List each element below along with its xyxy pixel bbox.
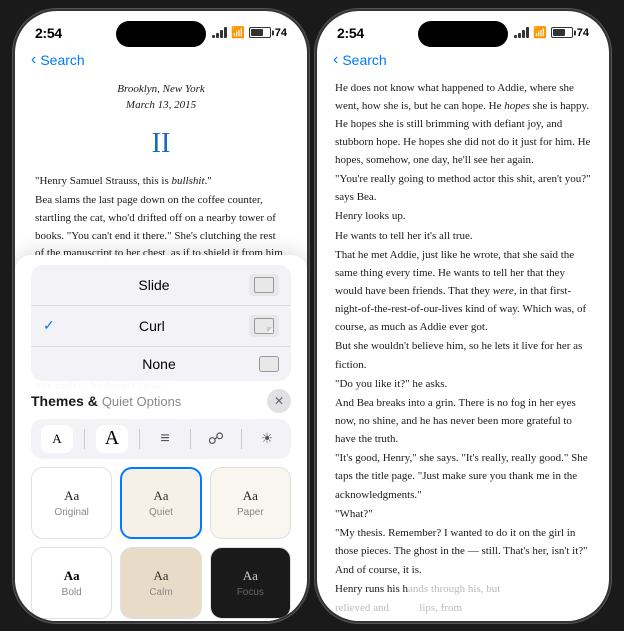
- right-book-text: He does not know what happened to Addie,…: [317, 73, 609, 621]
- theme-calm-text: Aa: [153, 568, 168, 584]
- theme-focus-label: Focus: [237, 587, 264, 598]
- r-para-7: "Do you like it?" he asks.: [335, 375, 591, 393]
- battery-icon-right: [551, 27, 573, 38]
- back-chevron-icon: ‹: [31, 51, 36, 69]
- transition-curl-check: ✓: [43, 317, 55, 334]
- theme-original-text: Aa: [64, 488, 79, 504]
- status-icons-right: 📶 74: [514, 26, 589, 39]
- r-para-14: relieved and lips, from: [335, 599, 591, 617]
- r-para-1: He does not know what happened to Addie,…: [335, 79, 591, 170]
- theme-quiet-text: Aa: [153, 488, 168, 504]
- right-phone: 2:54 📶 74 ‹ Search He does not kno: [317, 11, 609, 621]
- book-content-left: Brooklyn, New York March 13, 2015 II "He…: [15, 73, 307, 621]
- back-label-left: Search: [40, 52, 84, 68]
- divider-3: [190, 429, 191, 449]
- transition-none[interactable]: None: [31, 347, 291, 381]
- theme-original[interactable]: Aa Original: [31, 467, 112, 539]
- divider-4: [241, 429, 242, 449]
- r-para-9: "It's good, Henry," she says. "It's real…: [335, 449, 591, 503]
- theme-quiet[interactable]: Aa Quiet: [120, 467, 201, 539]
- transition-slide[interactable]: Slide: [31, 265, 291, 306]
- r-para-3: Henry looks up.: [335, 207, 591, 225]
- divider-2: [139, 429, 140, 449]
- transition-options: Slide ✓ Curl None: [31, 265, 291, 381]
- battery-level-right: 74: [577, 27, 589, 39]
- transition-none-label: None: [142, 356, 175, 372]
- theme-paper-label: Paper: [237, 507, 264, 518]
- reading-options-panel: Slide ✓ Curl None: [15, 255, 307, 621]
- r-para-13: Henry runs his hands through his, but: [335, 580, 591, 598]
- font-small-button[interactable]: A: [41, 425, 73, 453]
- page-slide-visual: [254, 277, 274, 293]
- chapter-number: II: [35, 122, 287, 165]
- signal-icon-right: [514, 27, 529, 38]
- theme-calm-label: Calm: [149, 587, 172, 598]
- theme-paper-text: Aa: [243, 488, 258, 504]
- nav-bar-left: ‹ Search: [15, 45, 307, 73]
- transition-curl[interactable]: ✓ Curl: [31, 306, 291, 347]
- theme-bold-text: Aa: [64, 568, 80, 584]
- divider-1: [84, 429, 85, 449]
- theme-quiet-label: Quiet: [149, 507, 173, 518]
- r-para-8: And Bea breaks into a grin. There is no …: [335, 394, 591, 448]
- theme-bold-label: Bold: [62, 587, 82, 598]
- r-para-2: "You're really going to method actor thi…: [335, 170, 591, 206]
- dynamic-island: [116, 21, 206, 47]
- back-label-right: Search: [342, 52, 386, 68]
- r-para-5: That he met Addie, just like he wrote, t…: [335, 246, 591, 337]
- themes-header: Themes & Quiet Options ✕: [31, 389, 291, 413]
- brightness-icon[interactable]: ☀: [253, 425, 281, 453]
- page-curl-visual: [254, 318, 274, 334]
- transition-slide-label: Slide: [138, 277, 169, 293]
- book-location-2: March 13, 2015: [35, 97, 287, 114]
- wifi-icon-right: 📶: [533, 26, 547, 39]
- close-button[interactable]: ✕: [267, 389, 291, 413]
- theme-focus-text: Aa: [243, 568, 258, 584]
- para-1: "Henry Samuel Strauss, this is bullshit.…: [35, 173, 287, 191]
- r-para-12: And of course, it is.: [335, 561, 591, 579]
- left-phone: 2:54 📶 74 ‹ Search Broo: [15, 11, 307, 621]
- r-para-15: could: [335, 619, 591, 621]
- back-chevron-icon-right: ‹: [333, 51, 338, 69]
- theme-original-label: Original: [54, 507, 88, 518]
- none-icon: [259, 356, 279, 372]
- font-large-button[interactable]: A: [96, 425, 128, 453]
- back-button-left[interactable]: ‹ Search: [31, 51, 85, 69]
- r-para-4: He wants to tell her it's all true.: [335, 227, 591, 245]
- book-location-1: Brooklyn, New York: [35, 81, 287, 98]
- time-right: 2:54: [337, 25, 364, 41]
- theme-grid: Aa Original Aa Quiet Aa Paper Aa Bold: [31, 467, 291, 619]
- r-para-10: "What?": [335, 505, 591, 523]
- battery-icon: [249, 27, 271, 38]
- theme-calm[interactable]: Aa Calm: [120, 547, 201, 619]
- dynamic-island-right: [418, 21, 508, 47]
- time-left: 2:54: [35, 25, 62, 41]
- wifi-icon: 📶: [231, 26, 245, 39]
- r-para-6: But she wouldn't believe him, so he lets…: [335, 337, 591, 373]
- font-style-icon[interactable]: ≡: [151, 425, 179, 453]
- transition-curl-label: Curl: [139, 318, 165, 334]
- book-header: Brooklyn, New York March 13, 2015: [35, 81, 287, 114]
- r-para-11: "My thesis. Remember? I wanted to do it …: [335, 524, 591, 560]
- curl-icon: [249, 315, 279, 337]
- theme-focus[interactable]: Aa Focus: [210, 547, 291, 619]
- bookmark-icon[interactable]: ☍: [202, 425, 230, 453]
- battery-level-left: 74: [275, 27, 287, 39]
- book-content-right-area: He does not know what happened to Addie,…: [317, 73, 609, 621]
- font-controls: A A ≡ ☍ ☀: [31, 419, 291, 459]
- signal-icon: [212, 27, 227, 38]
- back-button-right[interactable]: ‹ Search: [333, 51, 387, 69]
- theme-bold[interactable]: Aa Bold: [31, 547, 112, 619]
- status-icons-left: 📶 74: [212, 26, 287, 39]
- theme-paper[interactable]: Aa Paper: [210, 467, 291, 539]
- slide-icon: [249, 274, 279, 296]
- nav-bar-right: ‹ Search: [317, 45, 609, 73]
- themes-title: Themes & Quiet Options: [31, 393, 181, 409]
